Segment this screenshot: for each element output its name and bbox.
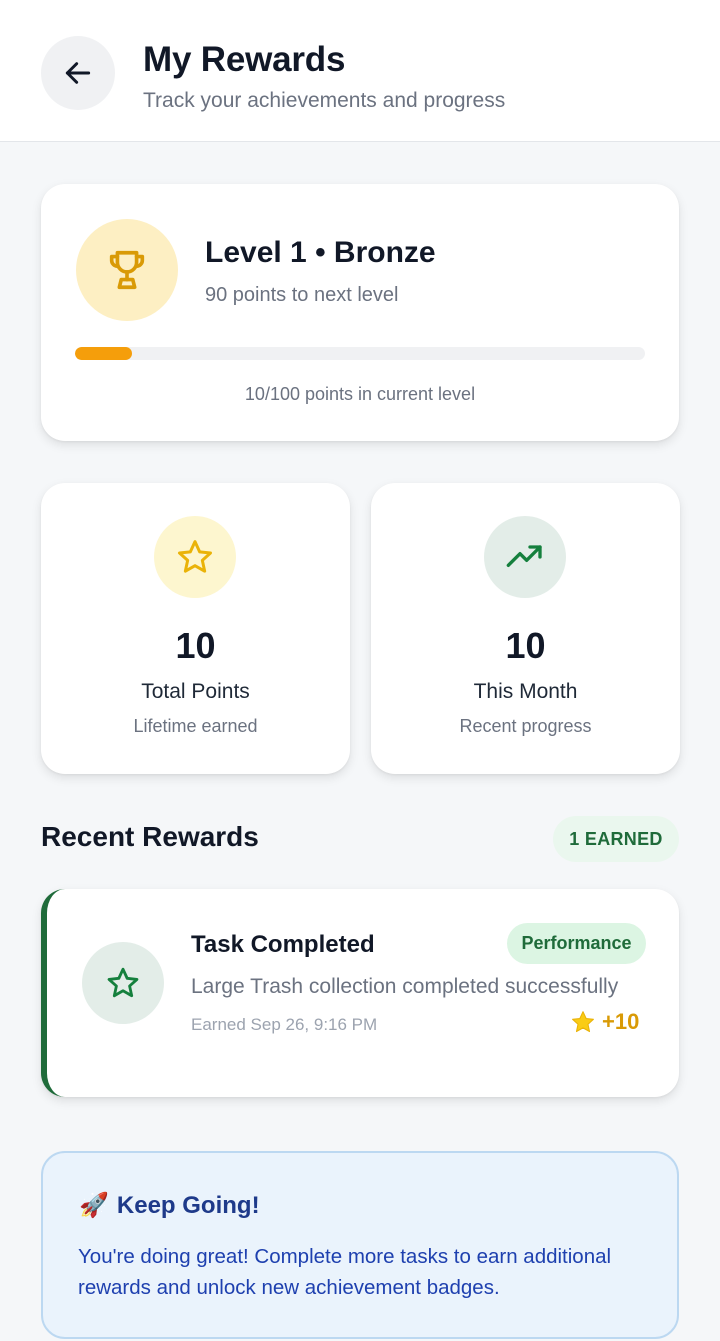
level-progress-fill: [75, 347, 132, 360]
stat-card-this-month: 10 This Month Recent progress: [371, 483, 680, 774]
progress-caption: 10/100 points in current level: [244, 384, 476, 404]
reward-title: Task Completed: [191, 931, 375, 958]
this-month-sub: Recent progress: [459, 716, 592, 736]
reward-item[interactable]: Task Completed Large Trash collection co…: [41, 889, 679, 1097]
back-button[interactable]: [41, 36, 115, 110]
total-points-sub: Lifetime earned: [133, 716, 258, 736]
encouragement-text: You're doing great! Complete more tasks …: [78, 1245, 612, 1299]
rocket-icon: 🚀: [79, 1192, 109, 1219]
points-earned: +10: [570, 1009, 639, 1035]
stat-icon-circle: [154, 516, 236, 598]
star-filled-icon: [572, 1011, 594, 1033]
reward-date: Earned Sep 26, 9:16 PM: [191, 1015, 378, 1034]
recent-rewards-heading: Recent Rewards: [41, 821, 259, 852]
this-month-label: This Month: [473, 680, 578, 703]
points-earned-value: +10: [602, 1009, 640, 1034]
star-outline-icon: [107, 967, 139, 998]
arrow-left-icon: [65, 62, 91, 84]
page-title: My Rewards: [143, 40, 346, 79]
level-title: Level 1 • Bronze: [205, 236, 436, 269]
trending-up-icon: [506, 545, 542, 567]
encouragement-title-text: Keep Going!: [116, 1191, 260, 1219]
this-month-value: 10: [505, 625, 546, 666]
stat-icon-circle: [484, 516, 566, 598]
encouragement-title: 🚀 Keep Going!: [79, 1191, 260, 1220]
level-card: Level 1 • Bronze 90 points to next level…: [41, 184, 679, 441]
star-icon: [178, 540, 212, 573]
reward-description: Large Trash collection completed success…: [191, 975, 619, 998]
page-subtitle: Track your achievements and progress: [143, 89, 506, 112]
stat-card-total-points: 10 Total Points Lifetime earned: [41, 483, 350, 774]
trophy-badge: [76, 219, 178, 321]
total-points-label: Total Points: [141, 680, 250, 703]
level-progress-bar: [75, 347, 645, 360]
total-points-value: 10: [175, 625, 216, 666]
reward-icon-circle: [82, 942, 164, 1024]
encouragement-card: 🚀 Keep Going! You're doing great! Comple…: [41, 1151, 679, 1339]
page-header: My Rewards Track your achievements and p…: [0, 0, 720, 142]
trophy-icon: [109, 250, 145, 290]
points-to-next-level: 90 points to next level: [205, 284, 399, 306]
category-badge: Performance: [507, 923, 646, 964]
earned-count-badge: 1 EARNED: [553, 816, 679, 862]
